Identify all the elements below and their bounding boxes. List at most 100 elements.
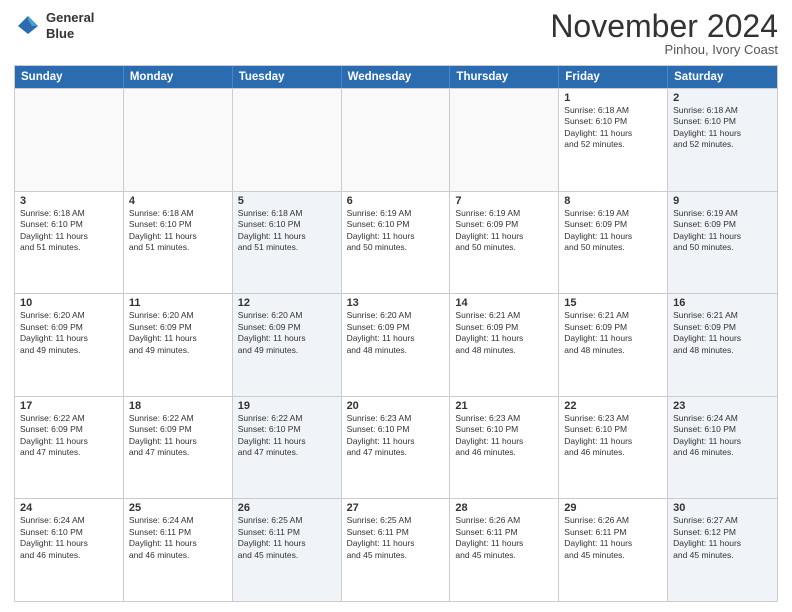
day-number: 6 <box>347 195 445 207</box>
cell-info: Sunrise: 6:18 AM Sunset: 6:10 PM Dayligh… <box>238 208 336 254</box>
cell-info: Sunrise: 6:23 AM Sunset: 6:10 PM Dayligh… <box>455 413 553 459</box>
day-number: 25 <box>129 502 227 514</box>
day-cell-6: 6Sunrise: 6:19 AM Sunset: 6:10 PM Daylig… <box>342 192 451 294</box>
day-number: 27 <box>347 502 445 514</box>
cell-info: Sunrise: 6:20 AM Sunset: 6:09 PM Dayligh… <box>20 310 118 356</box>
calendar-body: 1Sunrise: 6:18 AM Sunset: 6:10 PM Daylig… <box>15 88 777 601</box>
day-cell-14: 14Sunrise: 6:21 AM Sunset: 6:09 PM Dayli… <box>450 294 559 396</box>
day-number: 7 <box>455 195 553 207</box>
day-number: 9 <box>673 195 772 207</box>
calendar-row-0: 1Sunrise: 6:18 AM Sunset: 6:10 PM Daylig… <box>15 88 777 191</box>
cell-info: Sunrise: 6:26 AM Sunset: 6:11 PM Dayligh… <box>455 515 553 561</box>
day-cell-4: 4Sunrise: 6:18 AM Sunset: 6:10 PM Daylig… <box>124 192 233 294</box>
day-cell-21: 21Sunrise: 6:23 AM Sunset: 6:10 PM Dayli… <box>450 397 559 499</box>
calendar-row-2: 10Sunrise: 6:20 AM Sunset: 6:09 PM Dayli… <box>15 293 777 396</box>
day-cell-30: 30Sunrise: 6:27 AM Sunset: 6:12 PM Dayli… <box>668 499 777 601</box>
day-number: 3 <box>20 195 118 207</box>
cell-info: Sunrise: 6:20 AM Sunset: 6:09 PM Dayligh… <box>347 310 445 356</box>
day-cell-12: 12Sunrise: 6:20 AM Sunset: 6:09 PM Dayli… <box>233 294 342 396</box>
cell-info: Sunrise: 6:23 AM Sunset: 6:10 PM Dayligh… <box>564 413 662 459</box>
empty-cell <box>342 89 451 191</box>
header-day-saturday: Saturday <box>668 66 777 88</box>
cell-info: Sunrise: 6:25 AM Sunset: 6:11 PM Dayligh… <box>347 515 445 561</box>
day-cell-7: 7Sunrise: 6:19 AM Sunset: 6:09 PM Daylig… <box>450 192 559 294</box>
day-number: 22 <box>564 400 662 412</box>
cell-info: Sunrise: 6:18 AM Sunset: 6:10 PM Dayligh… <box>564 105 662 151</box>
day-number: 10 <box>20 297 118 309</box>
day-cell-23: 23Sunrise: 6:24 AM Sunset: 6:10 PM Dayli… <box>668 397 777 499</box>
day-number: 4 <box>129 195 227 207</box>
cell-info: Sunrise: 6:18 AM Sunset: 6:10 PM Dayligh… <box>20 208 118 254</box>
day-number: 8 <box>564 195 662 207</box>
day-cell-19: 19Sunrise: 6:22 AM Sunset: 6:10 PM Dayli… <box>233 397 342 499</box>
day-cell-2: 2Sunrise: 6:18 AM Sunset: 6:10 PM Daylig… <box>668 89 777 191</box>
day-cell-24: 24Sunrise: 6:24 AM Sunset: 6:10 PM Dayli… <box>15 499 124 601</box>
header-day-tuesday: Tuesday <box>233 66 342 88</box>
cell-info: Sunrise: 6:23 AM Sunset: 6:10 PM Dayligh… <box>347 413 445 459</box>
cell-info: Sunrise: 6:25 AM Sunset: 6:11 PM Dayligh… <box>238 515 336 561</box>
day-number: 15 <box>564 297 662 309</box>
cell-info: Sunrise: 6:24 AM Sunset: 6:10 PM Dayligh… <box>673 413 772 459</box>
day-cell-18: 18Sunrise: 6:22 AM Sunset: 6:09 PM Dayli… <box>124 397 233 499</box>
header-day-thursday: Thursday <box>450 66 559 88</box>
day-number: 28 <box>455 502 553 514</box>
cell-info: Sunrise: 6:26 AM Sunset: 6:11 PM Dayligh… <box>564 515 662 561</box>
cell-info: Sunrise: 6:19 AM Sunset: 6:09 PM Dayligh… <box>564 208 662 254</box>
header-day-friday: Friday <box>559 66 668 88</box>
calendar: SundayMondayTuesdayWednesdayThursdayFrid… <box>14 65 778 602</box>
day-number: 17 <box>20 400 118 412</box>
day-number: 14 <box>455 297 553 309</box>
calendar-row-4: 24Sunrise: 6:24 AM Sunset: 6:10 PM Dayli… <box>15 498 777 601</box>
day-cell-16: 16Sunrise: 6:21 AM Sunset: 6:09 PM Dayli… <box>668 294 777 396</box>
location: Pinhou, Ivory Coast <box>550 42 778 57</box>
day-number: 2 <box>673 92 772 104</box>
day-cell-29: 29Sunrise: 6:26 AM Sunset: 6:11 PM Dayli… <box>559 499 668 601</box>
day-cell-26: 26Sunrise: 6:25 AM Sunset: 6:11 PM Dayli… <box>233 499 342 601</box>
day-number: 19 <box>238 400 336 412</box>
cell-info: Sunrise: 6:24 AM Sunset: 6:10 PM Dayligh… <box>20 515 118 561</box>
day-cell-5: 5Sunrise: 6:18 AM Sunset: 6:10 PM Daylig… <box>233 192 342 294</box>
day-cell-1: 1Sunrise: 6:18 AM Sunset: 6:10 PM Daylig… <box>559 89 668 191</box>
cell-info: Sunrise: 6:22 AM Sunset: 6:09 PM Dayligh… <box>20 413 118 459</box>
day-number: 26 <box>238 502 336 514</box>
day-cell-10: 10Sunrise: 6:20 AM Sunset: 6:09 PM Dayli… <box>15 294 124 396</box>
day-cell-3: 3Sunrise: 6:18 AM Sunset: 6:10 PM Daylig… <box>15 192 124 294</box>
day-cell-11: 11Sunrise: 6:20 AM Sunset: 6:09 PM Dayli… <box>124 294 233 396</box>
day-cell-25: 25Sunrise: 6:24 AM Sunset: 6:11 PM Dayli… <box>124 499 233 601</box>
day-number: 5 <box>238 195 336 207</box>
day-cell-15: 15Sunrise: 6:21 AM Sunset: 6:09 PM Dayli… <box>559 294 668 396</box>
cell-info: Sunrise: 6:18 AM Sunset: 6:10 PM Dayligh… <box>129 208 227 254</box>
day-cell-28: 28Sunrise: 6:26 AM Sunset: 6:11 PM Dayli… <box>450 499 559 601</box>
empty-cell <box>233 89 342 191</box>
calendar-row-3: 17Sunrise: 6:22 AM Sunset: 6:09 PM Dayli… <box>15 396 777 499</box>
day-number: 23 <box>673 400 772 412</box>
header-day-sunday: Sunday <box>15 66 124 88</box>
empty-cell <box>450 89 559 191</box>
day-number: 16 <box>673 297 772 309</box>
day-cell-13: 13Sunrise: 6:20 AM Sunset: 6:09 PM Dayli… <box>342 294 451 396</box>
day-number: 21 <box>455 400 553 412</box>
month-title: November 2024 <box>550 10 778 42</box>
empty-cell <box>15 89 124 191</box>
day-cell-20: 20Sunrise: 6:23 AM Sunset: 6:10 PM Dayli… <box>342 397 451 499</box>
day-cell-17: 17Sunrise: 6:22 AM Sunset: 6:09 PM Dayli… <box>15 397 124 499</box>
day-cell-27: 27Sunrise: 6:25 AM Sunset: 6:11 PM Dayli… <box>342 499 451 601</box>
day-number: 13 <box>347 297 445 309</box>
day-number: 1 <box>564 92 662 104</box>
day-number: 30 <box>673 502 772 514</box>
header-day-monday: Monday <box>124 66 233 88</box>
day-number: 12 <box>238 297 336 309</box>
cell-info: Sunrise: 6:24 AM Sunset: 6:11 PM Dayligh… <box>129 515 227 561</box>
calendar-header: SundayMondayTuesdayWednesdayThursdayFrid… <box>15 66 777 88</box>
header: General Blue November 2024 Pinhou, Ivory… <box>14 10 778 57</box>
day-number: 24 <box>20 502 118 514</box>
cell-info: Sunrise: 6:19 AM Sunset: 6:09 PM Dayligh… <box>673 208 772 254</box>
day-number: 29 <box>564 502 662 514</box>
header-day-wednesday: Wednesday <box>342 66 451 88</box>
day-cell-8: 8Sunrise: 6:19 AM Sunset: 6:09 PM Daylig… <box>559 192 668 294</box>
title-block: November 2024 Pinhou, Ivory Coast <box>550 10 778 57</box>
cell-info: Sunrise: 6:21 AM Sunset: 6:09 PM Dayligh… <box>455 310 553 356</box>
cell-info: Sunrise: 6:20 AM Sunset: 6:09 PM Dayligh… <box>238 310 336 356</box>
logo: General Blue <box>14 10 94 41</box>
cell-info: Sunrise: 6:19 AM Sunset: 6:10 PM Dayligh… <box>347 208 445 254</box>
